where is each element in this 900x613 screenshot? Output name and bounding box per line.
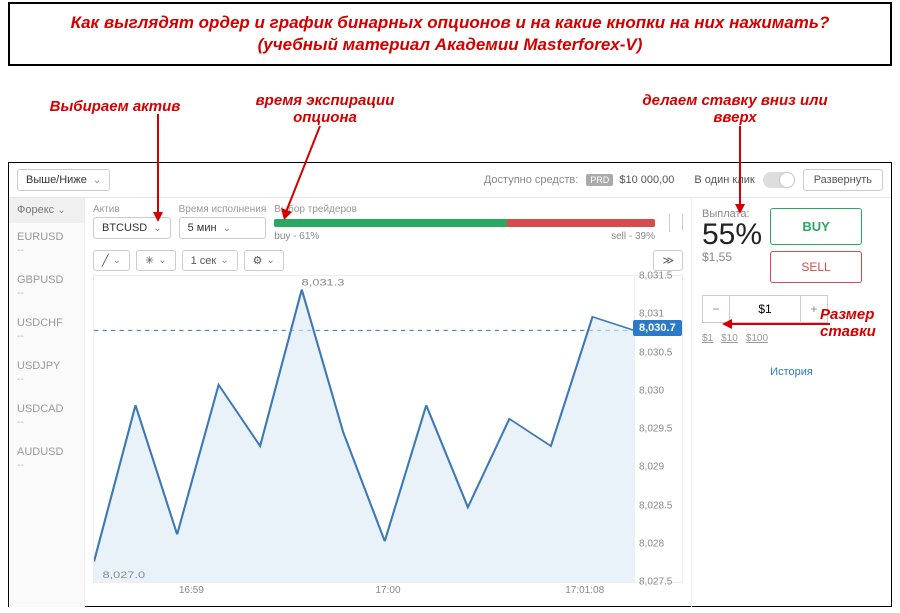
sidebar-tab-forex[interactable]: Форекс ⌄ bbox=[9, 198, 84, 223]
symbol-eurusd[interactable]: EURUSD bbox=[9, 223, 84, 245]
symbol-sidebar: Форекс ⌄ EURUSD--GBPUSD--USDCHF--USDJPY-… bbox=[9, 198, 85, 607]
scroll-right-button[interactable]: ≫ bbox=[653, 250, 683, 271]
tutorial-header: Как выглядят ордер и график бинарных опц… bbox=[8, 2, 892, 66]
tutorial-title: Как выглядят ордер и график бинарных опц… bbox=[30, 12, 870, 56]
buy-pct: buy - 61% bbox=[274, 231, 319, 242]
indicators-button[interactable]: ✳ ⌄ bbox=[136, 250, 176, 271]
symbol-usdcad[interactable]: USDCAD bbox=[9, 395, 84, 417]
settings-button[interactable]: ⚙ ⌄ bbox=[244, 250, 284, 271]
expiry-field-label: Время исполнения bbox=[179, 204, 267, 215]
sentiment-bar bbox=[274, 219, 655, 227]
chevron-down-icon: ⌄ bbox=[93, 175, 101, 186]
svg-text:8,031.3: 8,031.3 bbox=[302, 278, 345, 288]
buy-button[interactable]: BUY bbox=[770, 208, 862, 245]
expiry-select[interactable]: 5 мин⌄ bbox=[179, 217, 267, 239]
mode-select[interactable]: Выше/Ниже ⌄ bbox=[17, 169, 110, 191]
current-price-tag: 8,030.7 bbox=[633, 320, 682, 336]
bet-input[interactable] bbox=[730, 295, 800, 323]
traders-label: Выбор трейдеров bbox=[274, 204, 655, 215]
one-click-label: В один клик bbox=[694, 174, 754, 186]
bet-increase-button[interactable]: + bbox=[800, 295, 828, 323]
one-click-toggle[interactable] bbox=[763, 172, 795, 188]
bet-decrease-button[interactable]: − bbox=[702, 295, 730, 323]
anno-asset: Выбираем актив bbox=[30, 98, 200, 115]
symbol-audusd[interactable]: AUDUSD bbox=[9, 438, 84, 460]
price-chart[interactable]: 8,031.38,027.0 8,031.58,0318,030.58,0308… bbox=[93, 275, 683, 583]
bookmark-icon[interactable] bbox=[669, 214, 683, 232]
balance-badge: PRD bbox=[586, 174, 613, 186]
balance-value: PRD $10 000,00 bbox=[586, 174, 674, 186]
payout-amount: $1,55 bbox=[702, 250, 762, 264]
preset-$100[interactable]: $100 bbox=[746, 333, 768, 344]
svg-text:8,027.0: 8,027.0 bbox=[103, 570, 146, 580]
sell-button[interactable]: SELL bbox=[770, 251, 862, 283]
chart-area: Актив BTCUSD⌄ Время исполнения 5 мин⌄ Вы… bbox=[85, 198, 691, 607]
anno-expiry: время экспирации опциона bbox=[230, 92, 420, 126]
balance-label: Доступно средств: bbox=[484, 174, 578, 186]
symbol-usdjpy[interactable]: USDJPY bbox=[9, 352, 84, 374]
symbol-usdchf[interactable]: USDCHF bbox=[9, 309, 84, 331]
interval-select[interactable]: 1 сек ⌄ bbox=[182, 250, 238, 271]
expand-button[interactable]: Развернуть bbox=[803, 169, 883, 191]
bet-amount-control: − + bbox=[702, 295, 881, 323]
asset-field-label: Актив bbox=[93, 204, 171, 215]
asset-select[interactable]: BTCUSD⌄ bbox=[93, 217, 171, 239]
sell-pct: sell - 39% bbox=[611, 231, 655, 242]
anno-direction: делаем ставку вниз или вверх bbox=[620, 92, 850, 126]
trading-panel: Выше/Ниже ⌄ Доступно средств: PRD $10 00… bbox=[8, 162, 892, 607]
payout-percent: 55% bbox=[702, 220, 762, 250]
chart-type-button[interactable]: ╱ ⌄ bbox=[93, 250, 130, 271]
preset-$1[interactable]: $1 bbox=[702, 333, 713, 344]
x-axis: 16:5917:0017:01:08 bbox=[93, 585, 683, 603]
order-panel: Выплата: 55% $1,55 BUY SELL − + $1$10$10… bbox=[691, 198, 891, 607]
mode-label: Выше/Ниже bbox=[26, 174, 87, 186]
history-link[interactable]: История bbox=[702, 366, 881, 378]
top-toolbar: Выше/Ниже ⌄ Доступно средств: PRD $10 00… bbox=[9, 163, 891, 198]
symbol-gbpusd[interactable]: GBPUSD bbox=[9, 266, 84, 288]
chart-toolbar: ╱ ⌄ ✳ ⌄ 1 сек ⌄ ⚙ ⌄ ≫ bbox=[93, 250, 683, 271]
bet-presets: $1 $10 $100 bbox=[702, 333, 881, 344]
preset-$10[interactable]: $10 bbox=[721, 333, 738, 344]
